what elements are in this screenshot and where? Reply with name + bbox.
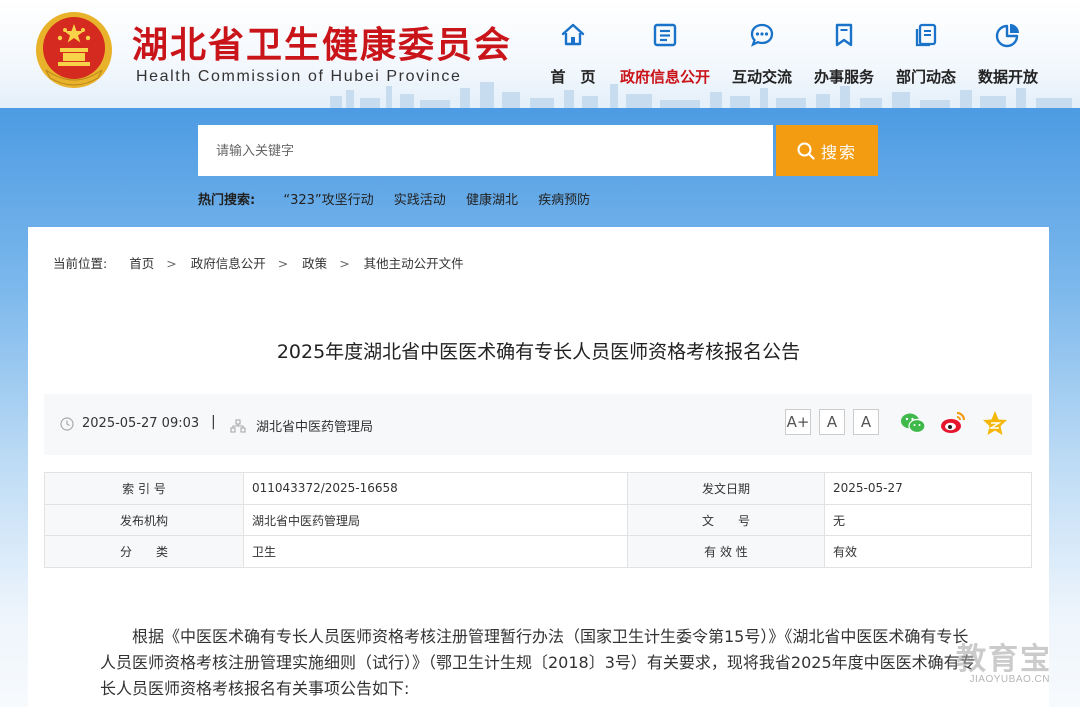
wechat-icon[interactable] bbox=[899, 409, 927, 437]
organization-icon bbox=[230, 418, 246, 433]
document-list-icon bbox=[653, 23, 677, 47]
info-key: 文 号 bbox=[627, 503, 825, 537]
copy-document-icon bbox=[915, 23, 937, 47]
info-key: 索 引 号 bbox=[44, 472, 244, 505]
breadcrumb-separator: > bbox=[277, 256, 289, 271]
hot-search-link[interactable]: “323”攻坚行动 bbox=[283, 193, 373, 208]
breadcrumb-link-policy[interactable]: 政策 bbox=[302, 256, 327, 271]
breadcrumb-link-home[interactable]: 首页 bbox=[129, 256, 154, 271]
datetime-text: 2025-05-27 09:03 bbox=[82, 416, 200, 431]
info-key: 发布机构 bbox=[44, 503, 244, 537]
font-size-label: A+ bbox=[786, 413, 810, 431]
info-value: 011043372/2025-16658 bbox=[243, 472, 628, 505]
meta-separator: | bbox=[211, 414, 216, 430]
article-card: 当前位置: 首页 > 政府信息公开 > 政策 > 其他主动公开文件 2025年度湖北省… bbox=[28, 227, 1049, 707]
font-size-label: A bbox=[860, 413, 872, 431]
hot-search: 热门搜索: “323”攻坚行动 实践活动 健康湖北 疾病预防 bbox=[198, 189, 606, 208]
bookmark-icon bbox=[835, 23, 853, 47]
publish-datetime: 2025-05-27 09:03 bbox=[60, 416, 199, 431]
hot-search-label: 热门搜索: bbox=[198, 193, 256, 208]
info-value: 有效 bbox=[824, 535, 1032, 569]
font-size-default-button[interactable]: A bbox=[819, 409, 845, 435]
search-button[interactable]: 搜索 bbox=[776, 125, 878, 176]
source-text: 湖北省中医药管理局 bbox=[256, 420, 374, 435]
weibo-icon[interactable] bbox=[939, 409, 967, 437]
breadcrumb-link-other-files[interactable]: 其他主动公开文件 bbox=[364, 256, 464, 271]
nav-item-open-data[interactable]: 数据开放 bbox=[958, 18, 1058, 88]
search-input[interactable] bbox=[198, 125, 773, 176]
article-body-paragraph: 根据《中医医术确有专长人员医师资格考核注册管理暂行办法（国家卫生计生委令第15号… bbox=[100, 627, 976, 698]
search-icon bbox=[797, 142, 815, 160]
hot-search-link[interactable]: 健康湖北 bbox=[466, 193, 518, 208]
font-size-increase-button[interactable]: A+ bbox=[785, 409, 811, 435]
pie-chart-icon bbox=[995, 24, 1019, 48]
chat-bubble-icon bbox=[750, 23, 774, 47]
info-key: 发文日期 bbox=[627, 472, 825, 505]
document-info-table: 索 引 号 011043372/2025-16658 发文日期 2025-05-… bbox=[44, 472, 1032, 569]
breadcrumb-label: 当前位置: bbox=[53, 256, 108, 271]
breadcrumb: 当前位置: 首页 > 政府信息公开 > 政策 > 其他主动公开文件 bbox=[53, 253, 470, 272]
breadcrumb-separator: > bbox=[339, 256, 350, 271]
info-key: 分 类 bbox=[44, 535, 244, 569]
info-value: 无 bbox=[824, 503, 1032, 537]
hot-search-link[interactable]: 实践活动 bbox=[394, 193, 446, 208]
breadcrumb-separator: > bbox=[166, 256, 177, 271]
site-header: 湖北省卫生健康委员会 Health Commission of Hubei Pr… bbox=[0, 0, 1080, 108]
main-nav: 首 页 政府信息公开 互动交流 办事服务 部门动态 数据开放 bbox=[0, 18, 1080, 88]
article-title: 2025年度湖北省中医医术确有专长人员医师资格考核报名公告 bbox=[276, 341, 801, 363]
qzone-icon[interactable] bbox=[981, 409, 1009, 437]
search-button-label: 搜索 bbox=[820, 144, 857, 162]
nav-label: 政府信息公开 bbox=[619, 68, 710, 86]
font-size-label: A bbox=[826, 413, 838, 431]
breadcrumb-link-gov-info[interactable]: 政府信息公开 bbox=[191, 256, 266, 271]
nav-item-gov-info[interactable]: 政府信息公开 bbox=[615, 18, 715, 88]
info-key: 有 效 性 bbox=[627, 535, 825, 569]
home-icon bbox=[561, 23, 585, 46]
nav-label: 数据开放 bbox=[977, 68, 1038, 86]
info-value: 卫生 bbox=[243, 535, 628, 569]
article-meta-bar: 2025-05-27 09:03 | 湖北省中医药管理局 A+ A A bbox=[44, 394, 1032, 455]
clock-icon bbox=[60, 416, 74, 431]
nav-item-home[interactable]: 首 页 bbox=[523, 18, 623, 88]
article-source: 湖北省中医药管理局 bbox=[230, 416, 373, 435]
info-value: 湖北省中医药管理局 bbox=[243, 503, 628, 537]
info-value: 2025-05-27 bbox=[824, 472, 1032, 505]
table-row: 发布机构 湖北省中医药管理局 文 号 无 bbox=[44, 503, 1032, 537]
nav-label: 首 页 bbox=[550, 68, 596, 86]
table-row: 索 引 号 011043372/2025-16658 发文日期 2025-05-… bbox=[44, 472, 1032, 505]
hot-search-link[interactable]: 疾病预防 bbox=[538, 193, 590, 208]
table-row: 分 类 卫生 有 效 性 有效 bbox=[44, 535, 1032, 569]
font-size-decrease-button[interactable]: A bbox=[853, 409, 879, 435]
